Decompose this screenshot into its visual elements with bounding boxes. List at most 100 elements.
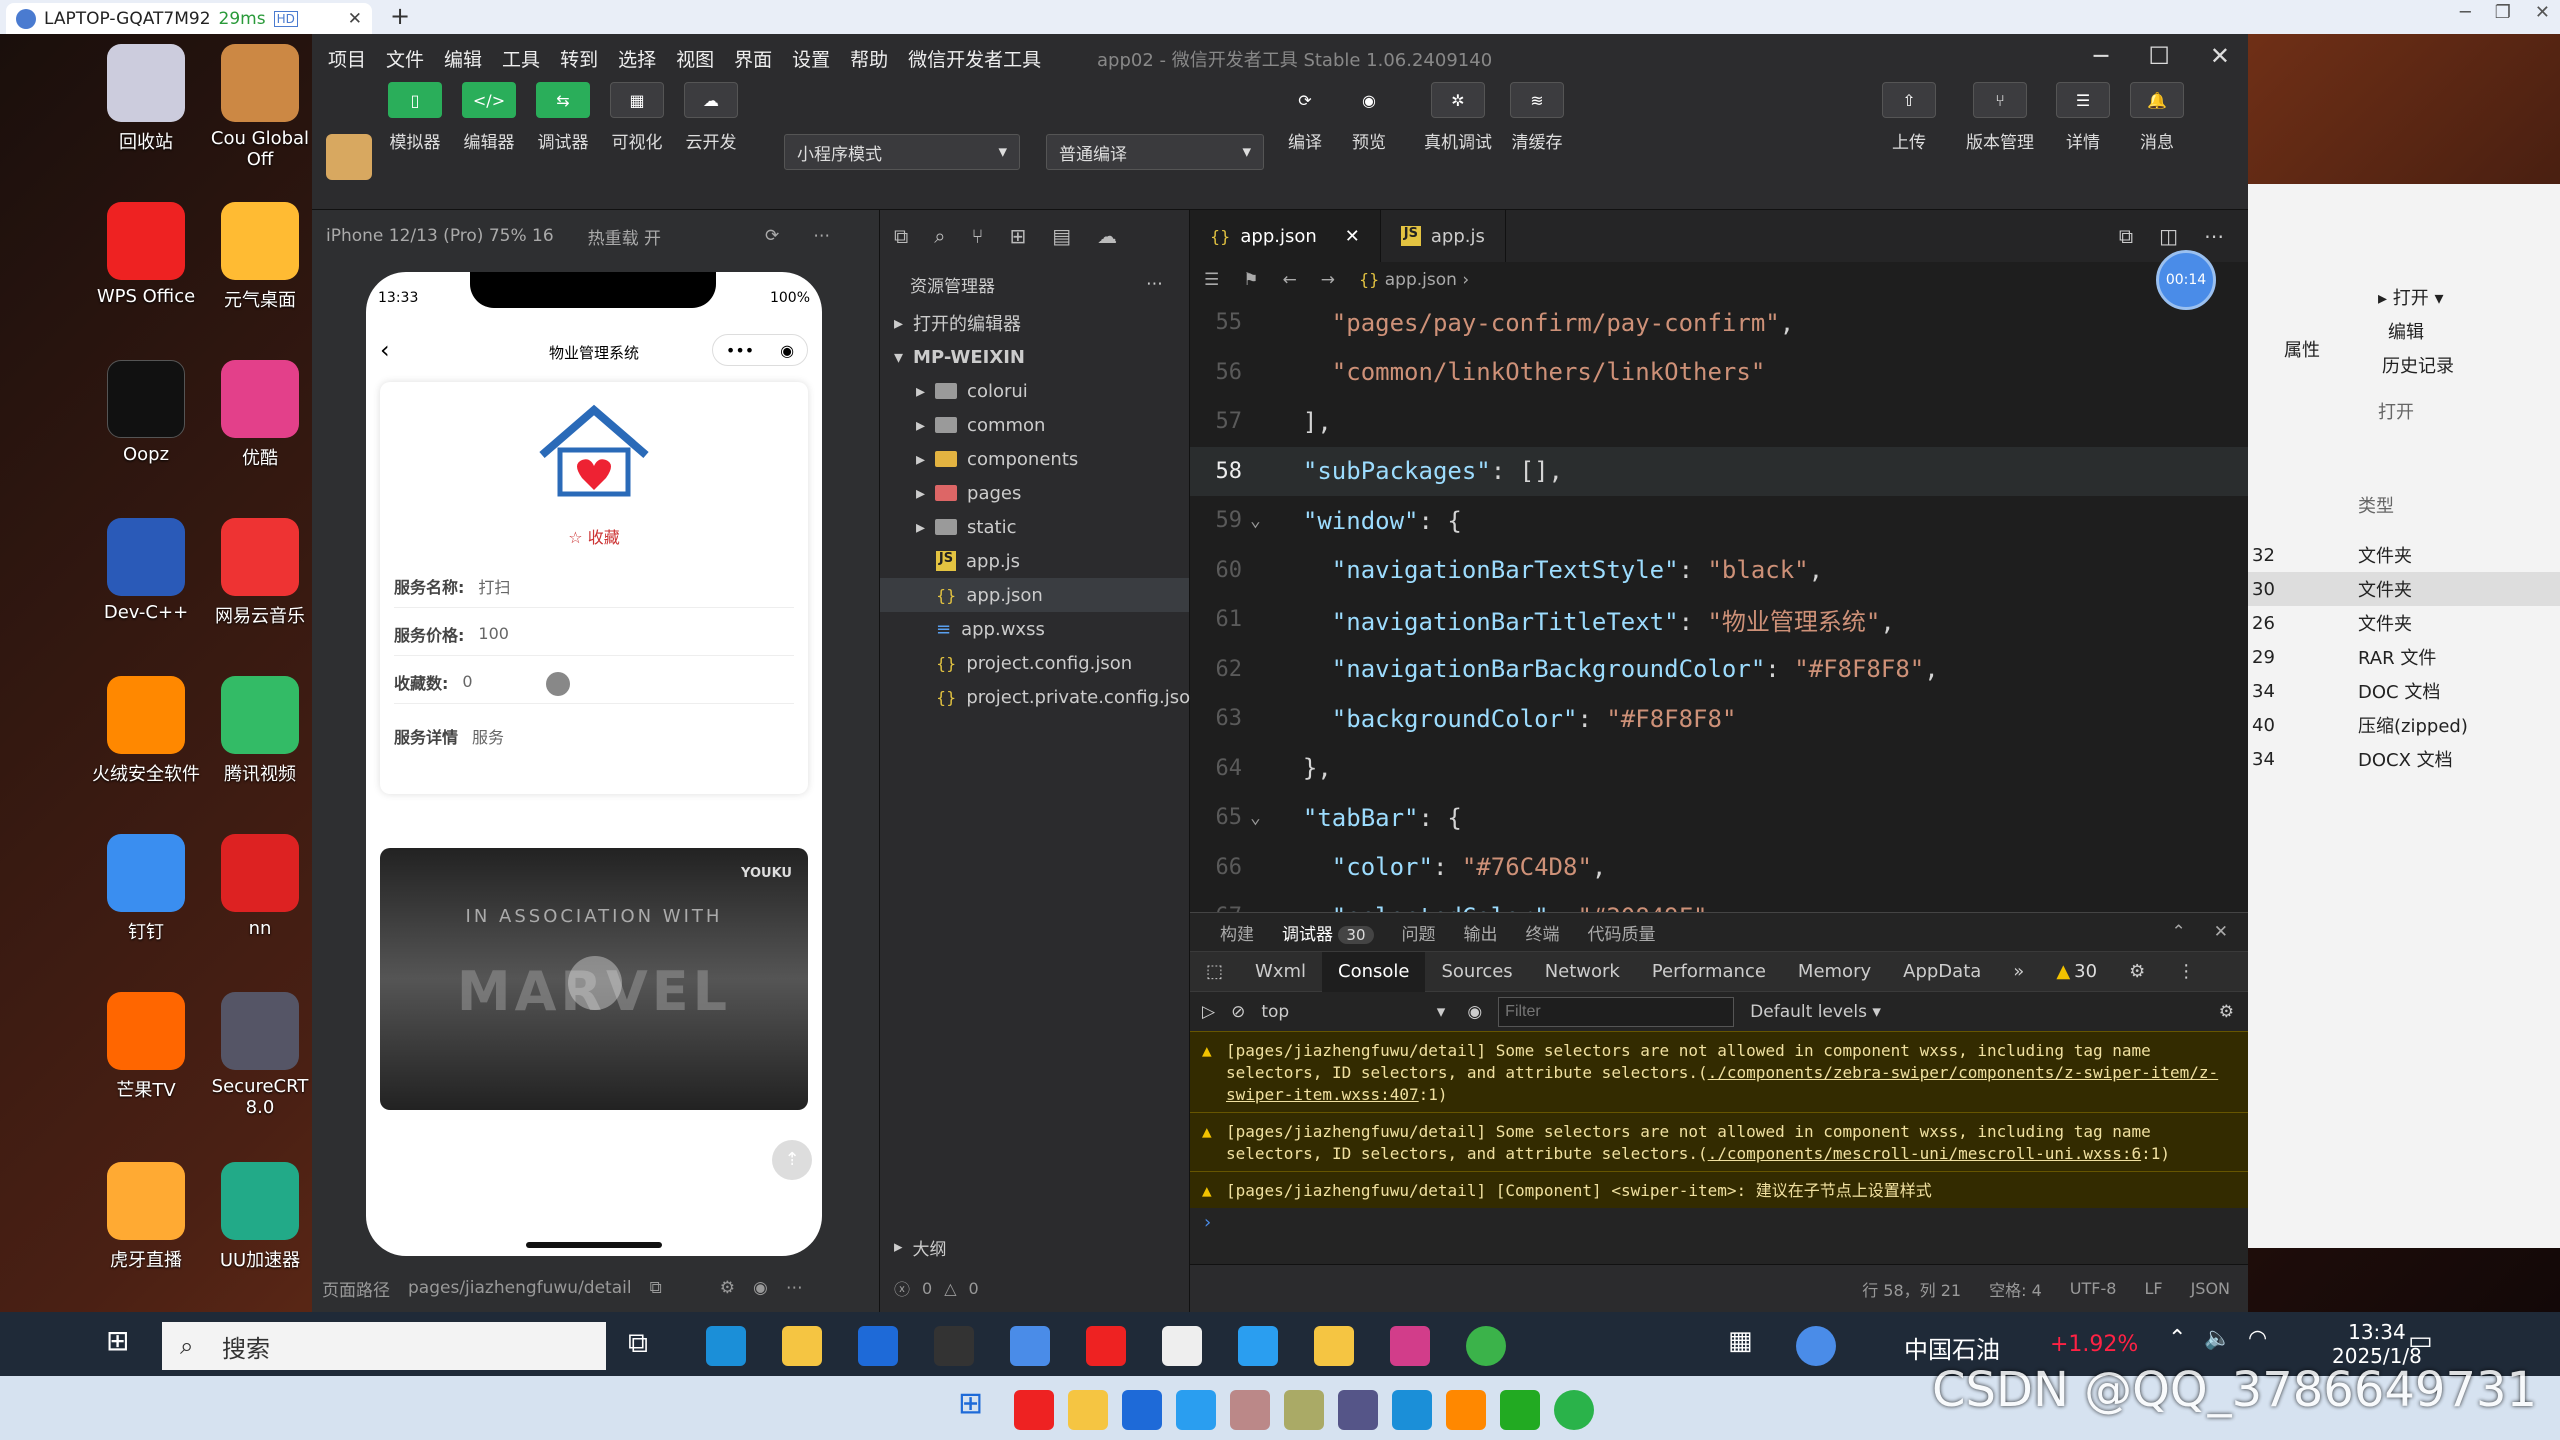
tab-terminal[interactable]: 终端 [1526,920,1560,945]
clearcache-button[interactable]: ≋ 清缓存 [1510,82,1564,153]
project-section[interactable]: ▾ MP-WEIXIN [880,340,1189,374]
problems-summary[interactable]: ⓧ 0 △ 0 [880,1264,1190,1312]
app-icon[interactable] [1010,1326,1050,1366]
outline-section[interactable]: ▸ 大纲 [880,1230,1190,1264]
app-icon[interactable] [1230,1390,1270,1430]
desktop-icon-uu[interactable]: UU加速器 [200,1162,320,1272]
git-icon[interactable]: ⑂ [971,224,983,248]
desktop-icon-mangotv[interactable]: 芒果TV [86,992,206,1102]
task-view-icon[interactable]: ⧉ [628,1326,668,1366]
tray-icon[interactable]: ▦ [1728,1326,1768,1366]
app-icon[interactable] [1122,1390,1162,1430]
console-prompt[interactable]: › [1190,1208,2248,1237]
console-warning[interactable]: ▲ [pages/jiazhengfuwu/detail] [Component]… [1190,1171,2248,1208]
extensions-icon[interactable]: ⊞ [1009,224,1026,248]
browser-tab[interactable]: LAPTOP-GQAT7M92 29ms HD ✕ [6,3,372,34]
file-row[interactable]: 26 文件夹 [2248,606,2560,640]
tree-item-appwxss[interactable]: ≡ app.wxss [880,612,1189,646]
more-icon[interactable]: ⋯ [786,1278,803,1298]
tree-item-appjson[interactable]: {} app.json [880,578,1189,612]
minimize-icon[interactable]: ─ [2094,42,2108,70]
file-explorer-icon[interactable] [782,1326,822,1366]
edit-button[interactable]: 编辑 [2388,318,2424,344]
windows-start-icon[interactable]: ⊞ [958,1386,998,1426]
compile-button[interactable]: ⟳ 编译 [1278,82,1332,154]
code-line[interactable]: 64 }, [1190,744,2248,793]
copy-icon[interactable]: ⧉ [650,1278,662,1298]
edge-icon[interactable] [706,1326,746,1366]
tab-problems[interactable]: 问题 [1402,920,1436,945]
restore-icon[interactable]: ❐ [2495,2,2511,23]
properties-button[interactable]: 属性 [2284,336,2320,362]
tab-memory[interactable]: Memory [1782,952,1887,992]
split-icon[interactable]: ◫ [2159,224,2178,248]
file-row[interactable]: 34 DOC 文档 [2248,674,2560,708]
tab-performance[interactable]: Performance [1636,952,1782,992]
qq-icon[interactable] [1162,1326,1202,1366]
close-circle-icon[interactable]: ◉ [780,341,794,360]
desktop-icon-dingtalk[interactable]: 钉钉 [86,834,206,944]
close-icon[interactable]: ✕ [2214,922,2228,942]
line-ending[interactable]: LF [2144,1279,2162,1298]
desktop-icon-huya[interactable]: 虎牙直播 [86,1162,206,1272]
stock-name[interactable]: 中国石油 [1904,1330,2000,1365]
fold-icon[interactable]: ⌄ [1250,807,1261,828]
wps-icon[interactable] [1086,1326,1126,1366]
help-icon[interactable] [1796,1326,1836,1366]
upload-button[interactable]: ⇧ 上传 [1882,82,1936,153]
tree-item-common[interactable]: ▸ common [880,408,1189,442]
more-icon[interactable]: ••• [726,341,754,360]
app-icon[interactable] [1284,1390,1324,1430]
menu-item[interactable]: 帮助 [850,45,888,72]
desktop-icon-wps[interactable]: WPS Office [86,202,206,307]
avatar[interactable] [326,134,372,180]
console-warning[interactable]: ▲ [pages/jiazhengfuwu/detail] Some select… [1190,1031,2248,1112]
tab-output[interactable]: 输出 [1464,920,1498,945]
edge-icon[interactable] [1392,1390,1432,1430]
levels-select[interactable]: Default levels ▾ [1750,1002,1881,1022]
code-line[interactable]: 62 "navigationBarBackgroundColor": "#F8F… [1190,645,2248,694]
debugger-button[interactable]: ⇆ 调试器 [536,82,590,153]
search-box[interactable]: ⌕ 搜索 [162,1322,606,1370]
file-explorer-icon[interactable] [1068,1390,1108,1430]
open-editors-section[interactable]: ▸ 打开的编辑器 [880,306,1189,340]
cursor-position[interactable]: 行 58，列 21 [1862,1277,1961,1301]
code-line[interactable]: 57 ], [1190,397,2248,446]
menu-item[interactable]: 微信开发者工具 [908,45,1041,72]
device-select[interactable]: iPhone 12/13 (Pro) 75% 16 [326,226,554,246]
menu-item[interactable]: 项目 [328,45,366,72]
menu-item[interactable]: 转到 [560,45,598,72]
app-icon[interactable] [858,1326,898,1366]
tab-code-quality[interactable]: 代码质量 [1588,920,1656,945]
tab-app-js[interactable]: JS app.js [1381,210,1506,262]
tab-debugger[interactable]: 调试器 30 [1282,920,1374,945]
editor-button[interactable]: </> 编辑器 [462,82,516,153]
wechat-icon[interactable] [1554,1390,1594,1430]
close-icon[interactable]: ✕ [2210,42,2230,70]
desktop-icon-csgo[interactable]: Cou Global Off [200,44,320,170]
desktop-icon-nn[interactable]: nn [200,834,320,939]
files-icon[interactable]: ⧉ [894,224,908,248]
desktop-icon-tencent-video[interactable]: 腾讯视频 [200,676,320,786]
close-icon[interactable]: ✕ [2535,2,2550,23]
list-icon[interactable]: ☰ [1204,270,1219,290]
clear-icon[interactable]: ⊘ [1231,1002,1245,1022]
gear-icon[interactable]: ⚙ [2113,952,2161,992]
message-button[interactable]: 🔔 消息 [2130,82,2184,153]
encoding[interactable]: UTF-8 [2070,1279,2117,1298]
settings-icon[interactable]: ⚙ [720,1278,735,1298]
favorite-button[interactable]: ☆ 收藏 [380,524,808,548]
hotreload-toggle[interactable]: 热重载 开 [588,224,661,249]
storage-icon[interactable]: ▤ [1052,224,1071,248]
refresh-icon[interactable]: ⟳ [765,226,779,246]
version-button[interactable]: ⑂ 版本管理 [1958,82,2042,153]
code-line[interactable]: 59 "window": {⌄ [1190,496,2248,545]
source-link[interactable]: ./components/mescroll-uni/mescroll-uni.w… [1708,1144,2141,1163]
file-row[interactable]: 32 文件夹 [2248,538,2560,572]
wifi-icon[interactable]: ◠ [2248,1326,2288,1366]
code-line[interactable]: 61 "navigationBarTitleText": "物业管理系统", [1190,595,2248,644]
sidebar-toggle-icon[interactable]: ▷ [1202,1002,1215,1022]
more-icon[interactable]: ⋯ [2204,224,2224,248]
app-icon[interactable] [1176,1390,1216,1430]
close-icon[interactable]: ✕ [1345,226,1360,247]
